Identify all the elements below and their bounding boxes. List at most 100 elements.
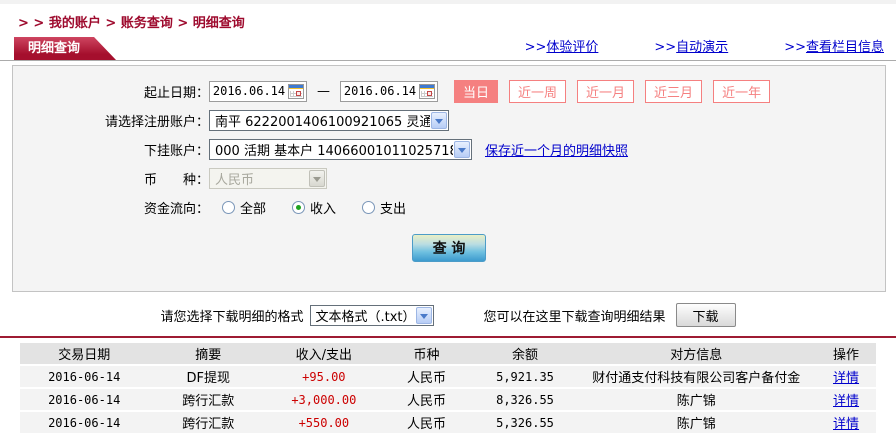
save-snapshot-link[interactable]: 保存近一个月的明细快照	[485, 140, 628, 159]
calendar-icon[interactable]	[419, 83, 435, 99]
date-from-value[interactable]: 2016.06.14	[210, 84, 288, 98]
detail-link[interactable]: 详情	[833, 417, 859, 432]
table-header-cell: 收入/支出	[268, 343, 380, 364]
results-section: 交易日期 摘要 收入/支出 币种 余额 对方信息 操作 2016-06-14 DF提现 +95.…	[0, 336, 896, 435]
top-links: >>体验评价 >>自动演示 >>查看栏目信息	[525, 36, 884, 55]
flow-option-label: 收入	[310, 201, 337, 217]
table-row: 2016-06-14 跨行汇款 +550.00 人民币 5,326.55 陈广锦 详情	[20, 412, 876, 433]
query-button[interactable]: 查 询	[412, 234, 486, 262]
calendar-day-marker	[296, 90, 301, 96]
chevron-down-icon[interactable]	[431, 111, 447, 129]
sub-account-row: 下挂账户： 000 活期 基本户 1406600101102571848 保存近…	[13, 137, 885, 161]
counterparty-cell: 陈广锦	[576, 389, 817, 410]
breadcrumb-separator: >	[172, 16, 193, 31]
download-format-select[interactable]: 文本格式（.txt）	[309, 304, 434, 326]
radio-icon[interactable]	[362, 200, 376, 214]
date-range-row: 起止日期： 2016.06.14 — 2016.06.14 当日 近一周 近一月 近三…	[13, 79, 885, 103]
counterparty-cell: 陈广锦	[576, 412, 817, 433]
top-link-column-info[interactable]: >>查看栏目信息	[784, 36, 884, 55]
counterparty-cell: 财付通支付科技有限公司客户备付金	[576, 366, 817, 387]
table-row: 2016-06-14 跨行汇款 +3,000.00 人民币 8,326.55 陈广锦 详情	[20, 389, 876, 410]
fund-flow-row: 资金流向： 全部 收入 支出	[13, 195, 885, 219]
breadcrumb-item[interactable]: 我的账户	[49, 16, 101, 31]
download-format-label: 请您选择下载明细的格式	[160, 309, 304, 325]
date-cell: 2016-06-14	[20, 389, 149, 410]
tab-detail-query[interactable]: 明细查询	[14, 37, 116, 60]
date-from-field[interactable]: 2016.06.14	[209, 80, 307, 102]
top-link-experience-review[interactable]: >>体验评价	[525, 36, 599, 55]
detail-link[interactable]: 详情	[833, 371, 859, 386]
register-account-value: 南平 6222001406100921065 灵通卡	[215, 114, 430, 130]
sub-account-label: 下挂账户：	[143, 143, 209, 159]
table-header-row: 交易日期 摘要 收入/支出 币种 余额 对方信息 操作	[20, 343, 876, 364]
date-cell: 2016-06-14	[20, 366, 149, 387]
amount-cell: +3,000.00	[268, 389, 380, 410]
action-cell: 详情	[816, 389, 876, 410]
quick-range-last-3-months[interactable]: 近三月	[645, 79, 703, 103]
fund-flow-label: 资金流向：	[143, 201, 209, 217]
quick-range-buttons: 当日 近一周 近一月 近三月 近一年	[454, 79, 771, 103]
chevron-down-icon	[309, 169, 325, 187]
download-format-value: 文本格式（.txt）	[315, 309, 415, 325]
register-account-select[interactable]: 南平 6222001406100921065 灵通卡	[209, 109, 449, 131]
register-account-label: 请选择注册账户：	[104, 114, 209, 130]
balance-cell: 5,326.55	[473, 412, 577, 433]
table-header-cell: 摘要	[148, 343, 269, 364]
fund-flow-options: 全部 收入 支出	[222, 198, 432, 217]
radio-icon[interactable]	[222, 200, 235, 214]
link-prefix: >>	[654, 40, 677, 55]
flow-option-expense[interactable]: 支出	[362, 198, 406, 217]
currency-row: 币 种： 人民币	[13, 166, 885, 190]
currency-cell: 人民币	[379, 412, 474, 433]
breadcrumb-prefix: > >	[18, 16, 49, 31]
quick-range-last-year[interactable]: 近一年	[713, 79, 771, 103]
summary-cell: 跨行汇款	[148, 412, 269, 433]
currency-value: 人民币	[215, 172, 255, 188]
link-label: 体验评价	[546, 40, 599, 55]
currency-label: 币 种：	[143, 172, 209, 188]
chevron-down-icon[interactable]	[415, 306, 432, 324]
link-label: 自动演示	[676, 40, 729, 55]
breadcrumb-item[interactable]: 账务查询	[121, 16, 173, 31]
download-hint: 您可以在这里下载查询明细结果	[483, 309, 666, 325]
amount-cell: +550.00	[268, 412, 380, 433]
table-header-cell: 操作	[816, 343, 876, 364]
date-cell: 2016-06-14	[20, 412, 149, 433]
chevron-down-icon[interactable]	[454, 140, 470, 158]
sub-account-select[interactable]: 000 活期 基本户 1406600101102571848	[209, 138, 472, 160]
link-label: 查看栏目信息	[805, 40, 884, 55]
amount-cell: +95.00	[268, 366, 380, 387]
quick-range-last-month[interactable]: 近一月	[577, 79, 635, 103]
action-cell: 详情	[816, 366, 876, 387]
balance-cell: 8,326.55	[473, 389, 577, 410]
radio-icon[interactable]	[292, 200, 306, 214]
calendar-day-marker	[427, 90, 432, 96]
calendar-icon[interactable]	[288, 83, 304, 99]
currency-cell: 人民币	[379, 389, 474, 410]
currency-cell: 人民币	[379, 366, 474, 387]
quick-range-today[interactable]: 当日	[454, 79, 499, 103]
tab-row: 明细查询 >>体验评价 >>自动演示 >>查看栏目信息	[0, 36, 896, 61]
date-to-value[interactable]: 2016.06.14	[341, 84, 419, 98]
breadcrumb-item[interactable]: 明细查询	[193, 16, 245, 31]
sub-account-value: 000 活期 基本户 1406600101102571848	[215, 143, 453, 159]
top-link-auto-demo[interactable]: >>自动演示	[654, 36, 728, 55]
summary-cell: DF提现	[148, 366, 269, 387]
date-to-field[interactable]: 2016.06.14	[340, 80, 438, 102]
flow-option-label: 全部	[240, 201, 267, 217]
flow-option-all[interactable]: 全部	[222, 198, 266, 217]
table-header-cell: 币种	[379, 343, 474, 364]
quick-range-last-week[interactable]: 近一周	[509, 79, 567, 103]
breadcrumb-separator: >	[100, 16, 121, 31]
download-button[interactable]: 下载	[675, 303, 736, 327]
detail-link[interactable]: 详情	[833, 394, 859, 409]
balance-cell: 5,921.35	[473, 366, 577, 387]
table-row: 2016-06-14 DF提现 +95.00 人民币 5,921.35 财付通支付科技有限…	[20, 366, 876, 387]
flow-option-income[interactable]: 收入	[292, 198, 336, 217]
currency-select: 人民币	[209, 167, 327, 189]
date-range-label: 起止日期：	[143, 85, 209, 101]
results-table: 交易日期 摘要 收入/支出 币种 余额 对方信息 操作 2016-06-14 DF提现 +95.…	[20, 341, 876, 435]
link-prefix: >>	[784, 40, 806, 55]
register-account-row: 请选择注册账户： 南平 6222001406100921065 灵通卡	[13, 108, 885, 132]
query-form-panel: 起止日期： 2016.06.14 — 2016.06.14 当日 近一周 近一月 近三…	[12, 65, 886, 292]
